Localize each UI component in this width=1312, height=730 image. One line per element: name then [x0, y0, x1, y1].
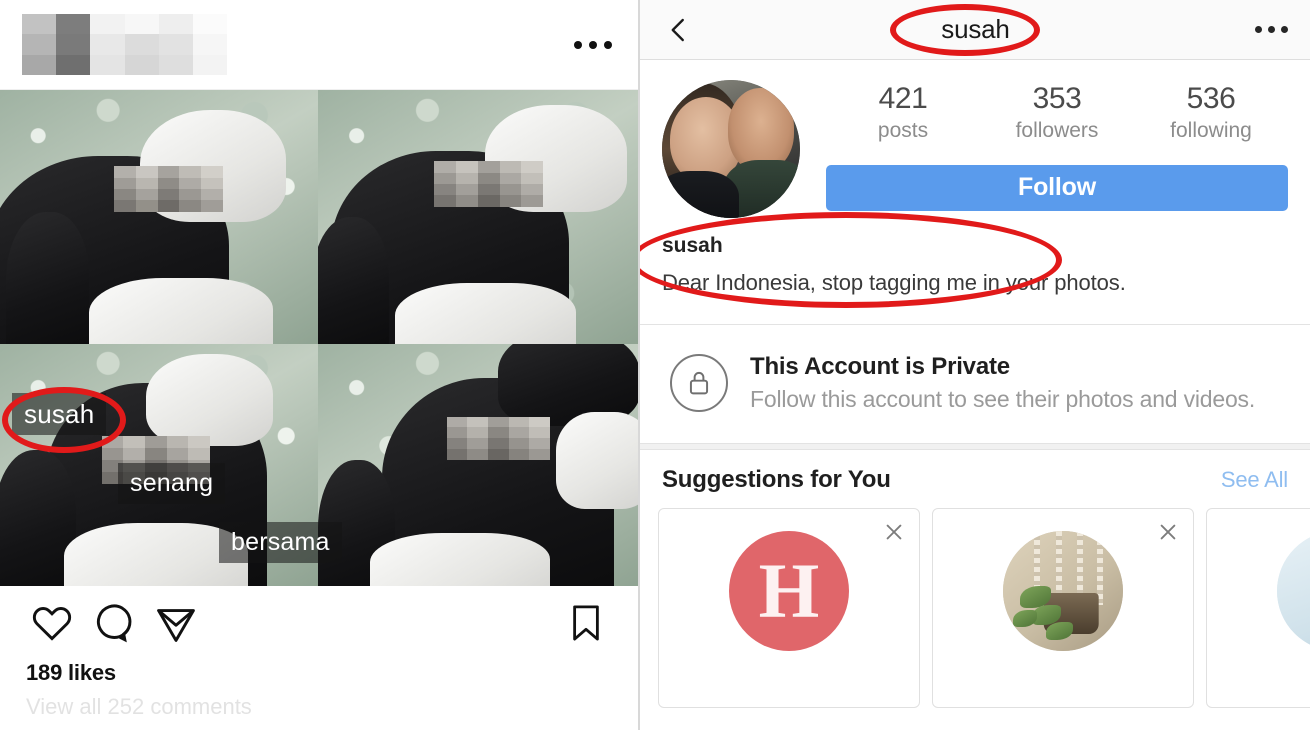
- nav-title-wrap: susah: [696, 14, 1255, 45]
- suggestion-card[interactable]: [932, 508, 1194, 708]
- profile-panel: susah 421 posts 353 followers 536 follow…: [640, 0, 1310, 730]
- profile-bio: susah Dear Indonesia, stop tagging me in…: [640, 212, 1310, 318]
- follow-button[interactable]: Follow: [826, 164, 1288, 211]
- figure-light: [146, 353, 274, 446]
- photo-tag-bersama[interactable]: bersama: [219, 522, 342, 563]
- suggestion-avatar[interactable]: [1277, 531, 1310, 651]
- private-account-notice: This Account is Private Follow this acco…: [640, 325, 1310, 443]
- avatar-face-right: [728, 88, 795, 172]
- profile-more-options-icon[interactable]: [1255, 26, 1288, 33]
- photo-tag-susah[interactable]: susah: [12, 393, 107, 435]
- profile-username-title: susah: [941, 14, 1010, 44]
- post-photo-collage[interactable]: susah senang bersama: [0, 90, 638, 586]
- close-icon[interactable]: [1155, 519, 1181, 545]
- suggestions-title: Suggestions for You: [662, 466, 891, 493]
- avatar-letter: H: [758, 547, 820, 634]
- screenshot-root: susah senang bersama 189 likes View all …: [0, 0, 1312, 730]
- stat-followers-label: followers: [1015, 118, 1099, 142]
- suggestion-avatar[interactable]: H: [729, 531, 849, 651]
- face-redaction: [433, 161, 544, 207]
- redacted-username-block: [22, 13, 227, 76]
- bio-display-name: susah: [662, 234, 723, 257]
- figure-light-2: [89, 277, 274, 344]
- suggestions-header: Suggestions for You See All: [640, 450, 1310, 508]
- view-comments-link[interactable]: View all 252 comments: [0, 686, 638, 720]
- collage-cell-4: [318, 344, 638, 586]
- section-divider: [640, 443, 1310, 450]
- post-header: [0, 0, 638, 90]
- stat-posts[interactable]: 421 posts: [826, 82, 980, 143]
- stat-following[interactable]: 536 following: [1134, 82, 1288, 143]
- likes-count: 189 likes: [26, 660, 116, 685]
- see-all-link[interactable]: See All: [1221, 467, 1288, 493]
- private-title: This Account is Private: [750, 353, 1010, 380]
- share-paper-plane-icon[interactable]: [150, 597, 202, 649]
- back-chevron-icon[interactable]: [662, 13, 696, 47]
- comment-bubble-icon[interactable]: [88, 597, 140, 649]
- face-redaction: [114, 166, 223, 212]
- profile-avatar[interactable]: [662, 80, 800, 218]
- stat-posts-value: 421: [878, 82, 928, 115]
- suggestion-card[interactable]: H: [658, 508, 920, 708]
- profile-stats: 421 posts 353 followers 536 following: [826, 82, 1288, 143]
- photo-tag-senang[interactable]: senang: [118, 463, 226, 504]
- stat-following-value: 536: [1186, 82, 1236, 115]
- avatar-photo-background: [1277, 531, 1310, 651]
- collage-cell-1: [0, 90, 318, 344]
- figure-small: [6, 211, 90, 344]
- private-text-wrap: This Account is Private Follow this acco…: [750, 353, 1255, 413]
- profile-stats-and-follow: 421 posts 353 followers 536 following Fo…: [826, 80, 1288, 218]
- figure-light-2: [395, 283, 576, 344]
- profile-nav-bar: susah: [640, 0, 1310, 60]
- bio-description: Dear Indonesia, stop tagging me in your …: [662, 270, 1126, 295]
- close-icon[interactable]: [881, 519, 907, 545]
- like-heart-icon[interactable]: [26, 597, 78, 649]
- face-redaction: [446, 416, 550, 461]
- feed-post-panel: susah senang bersama 189 likes View all …: [0, 0, 640, 730]
- private-subtitle: Follow this account to see their photos …: [750, 386, 1256, 412]
- lock-icon: [670, 354, 728, 412]
- post-action-bar: [0, 586, 638, 660]
- figure-light: [556, 411, 638, 509]
- suggestion-card[interactable]: [1206, 508, 1310, 708]
- stat-posts-label: posts: [877, 118, 929, 142]
- suggestion-avatar[interactable]: [1003, 531, 1123, 651]
- bookmark-icon[interactable]: [560, 597, 612, 649]
- stat-following-label: following: [1170, 118, 1252, 142]
- figure-small: [318, 217, 389, 344]
- post-more-options-icon[interactable]: [570, 33, 616, 57]
- stat-followers[interactable]: 353 followers: [980, 82, 1134, 143]
- avatar-body-left: [662, 171, 740, 218]
- figure-light-2: [369, 532, 550, 586]
- profile-summary: 421 posts 353 followers 536 following Fo…: [640, 60, 1310, 218]
- suggestions-carousel[interactable]: H: [640, 508, 1310, 708]
- stat-followers-value: 353: [1032, 82, 1082, 115]
- collage-cell-2: [318, 90, 638, 344]
